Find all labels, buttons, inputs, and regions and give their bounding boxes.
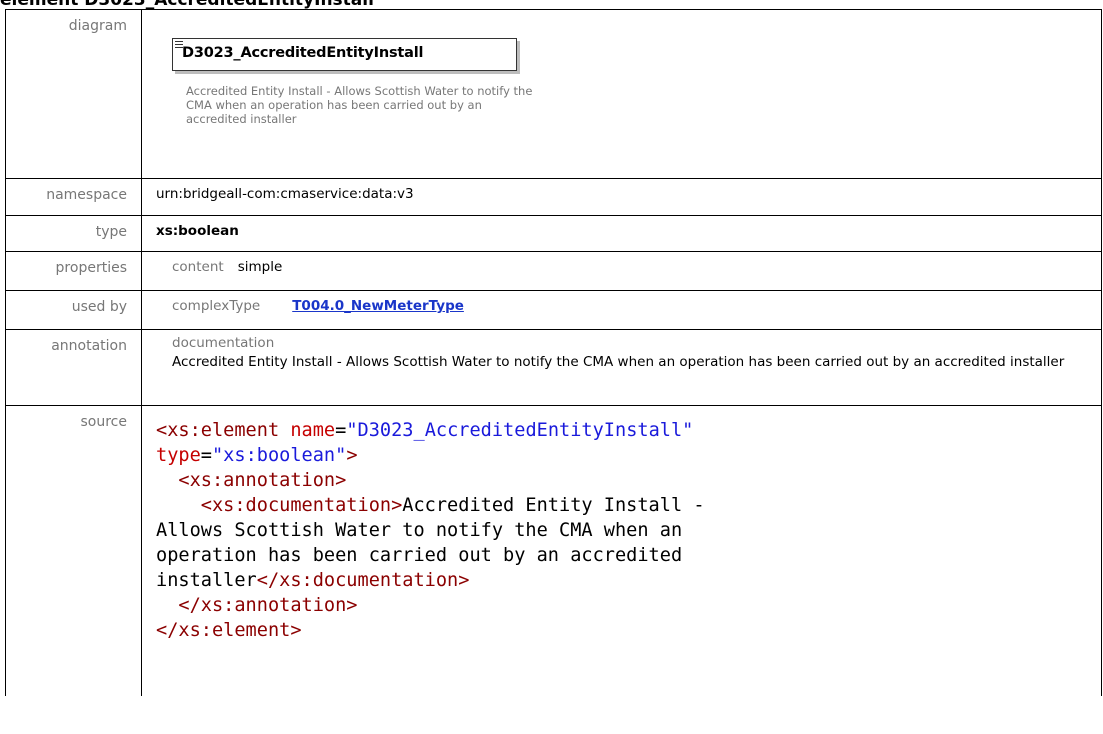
src-name-value: "D3023_AccreditedEntityInstall": [346, 420, 694, 441]
row-label-diagram: diagram: [5, 9, 142, 179]
src-element-close: </xs:element>: [156, 620, 302, 641]
namespace-value: urn:bridgeall-com:cmaservice:data:v3: [141, 178, 1102, 216]
properties-value: simple: [237, 259, 283, 275]
row-used-by: used by complexType T004.0_NewMeterType: [5, 290, 1102, 330]
row-label-properties: properties: [5, 251, 142, 291]
complex-type-link[interactable]: T004.0_NewMeterType: [292, 298, 464, 314]
src-documentation-close: </xs:documentation>: [256, 570, 470, 591]
documentation-table: diagram namespace urn:bridgeall-com:cmas…: [5, 9, 1102, 696]
row-properties: properties content simple: [5, 251, 1102, 291]
src-gt: >: [346, 445, 358, 466]
src-annotation-close: </xs:annotation>: [178, 595, 358, 616]
src-type-attr: type: [156, 445, 201, 466]
row-label-type: type: [5, 215, 142, 252]
row-namespace: namespace urn:bridgeall-com:cmaservice:d…: [5, 178, 1102, 216]
page-title: element D3023_AccreditedEntityInstall: [0, 0, 374, 10]
diagram-element-box[interactable]: D3023_AccreditedEntityInstall: [172, 38, 517, 71]
row-label-used-by: used by: [5, 290, 142, 330]
src-annotation-open: <xs:annotation>: [178, 470, 347, 491]
src-type-value: "xs:boolean": [211, 445, 347, 466]
properties-cell: content simple: [141, 251, 1102, 291]
properties-key: content: [172, 259, 224, 275]
source-cell: <xs:element name="D3023_AccreditedEntity…: [141, 405, 1102, 696]
used-by-cell: complexType T004.0_NewMeterType: [141, 290, 1102, 330]
src-element-open: <xs:element: [156, 420, 280, 441]
row-label-namespace: namespace: [5, 178, 142, 216]
diagram-element-name: D3023_AccreditedEntityInstall: [182, 45, 424, 61]
row-label-annotation: annotation: [5, 329, 142, 406]
type-value: xs:boolean: [141, 215, 1102, 252]
row-diagram: diagram: [5, 9, 1102, 179]
source-code: <xs:element name="D3023_AccreditedEntity…: [156, 420, 716, 641]
annotation-cell: documentation Accredited Entity Install …: [141, 329, 1102, 406]
used-by-key: complexType: [172, 298, 261, 314]
row-type: type xs:boolean: [5, 215, 1102, 252]
documentation-text: Accredited Entity Install - Allows Scott…: [172, 354, 1065, 370]
src-documentation-open: <xs:documentation>: [200, 495, 403, 516]
diagram-description: Accredited Entity Install - Allows Scott…: [186, 84, 533, 126]
row-annotation: annotation documentation Accredited Enti…: [5, 329, 1102, 406]
src-name-attr: name: [290, 420, 336, 441]
documentation-heading: documentation: [172, 335, 275, 351]
row-label-source: source: [5, 405, 142, 696]
row-source: source <xs:element name="D3023_Accredite…: [5, 405, 1102, 696]
